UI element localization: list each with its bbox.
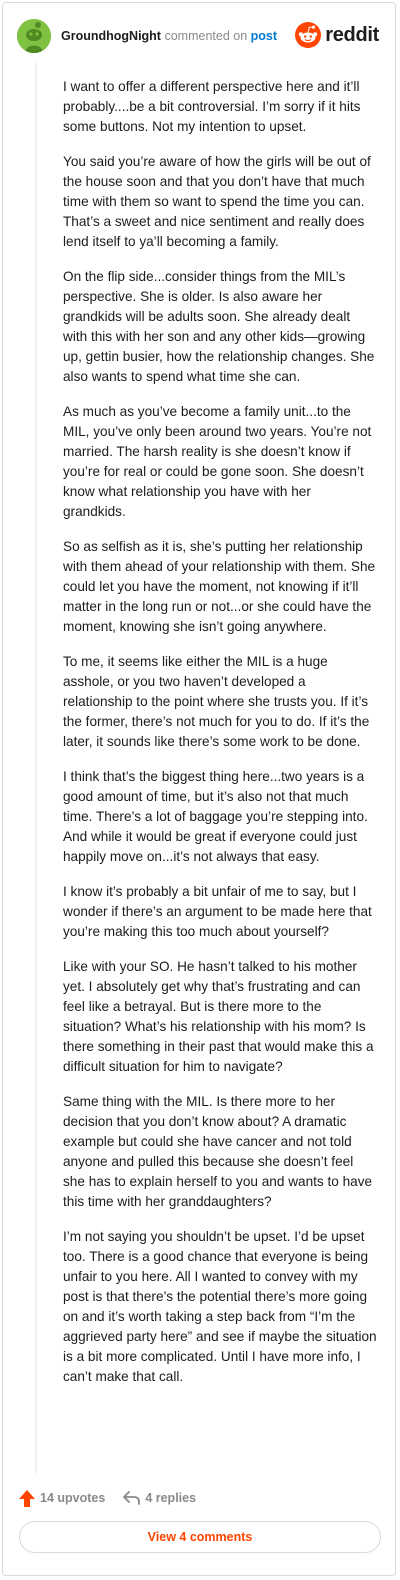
comment-body: I want to offer a different perspective …	[63, 77, 377, 1402]
comment-paragraph: Same thing with the MIL. Is there more t…	[63, 1094, 373, 1209]
thread-line[interactable]	[35, 63, 37, 1473]
comment-meta: GroundhogNight commented on post	[61, 28, 277, 44]
comment-card: GroundhogNight commented on post reddit …	[2, 2, 396, 1576]
comment-paragraph: I think that’s the biggest thing here...…	[63, 769, 368, 864]
view-comments-button[interactable]: View 4 comments	[19, 1521, 381, 1553]
comment-footer: 14 upvotes 4 replies	[19, 1487, 214, 1509]
comment-paragraph: On the flip side...consider things from …	[63, 269, 375, 384]
comment-paragraph: So as selfish as it is, she’s putting he…	[63, 539, 376, 634]
comment-header: GroundhogNight commented on post reddit	[17, 19, 381, 55]
upvote-button[interactable]: 14 upvotes	[19, 1489, 106, 1507]
reply-arrow-icon	[123, 1491, 141, 1505]
comment-paragraph: I’m not saying you shouldn’t be upset. I…	[63, 1229, 377, 1384]
brand-name: reddit	[325, 23, 379, 46]
reddit-brand[interactable]: reddit	[295, 22, 379, 48]
username-link[interactable]: GroundhogNight	[61, 29, 161, 43]
reddit-logo-icon	[295, 22, 322, 48]
user-avatar[interactable]	[17, 19, 51, 53]
upvote-arrow-icon	[19, 1489, 35, 1507]
post-link[interactable]: post	[251, 29, 277, 43]
comment-paragraph: I know it’s probably a bit unfair of me …	[63, 884, 372, 939]
comment-paragraph: To me, it seems like either the MIL is a…	[63, 654, 370, 749]
action-text: commented on	[164, 29, 248, 43]
comment-paragraph: Like with your SO. He hasn’t talked to h…	[63, 959, 374, 1074]
comment-paragraph: As much as you’ve become a family unit..…	[63, 404, 372, 519]
reply-count: 4 replies	[145, 1491, 197, 1505]
upvote-count: 14 upvotes	[40, 1491, 106, 1505]
replies-button[interactable]: 4 replies	[123, 1491, 196, 1505]
snoo-avatar-icon	[17, 19, 51, 53]
comment-paragraph: I want to offer a different perspective …	[63, 79, 361, 134]
comment-paragraph: You said you’re aware of how the girls w…	[63, 154, 371, 249]
